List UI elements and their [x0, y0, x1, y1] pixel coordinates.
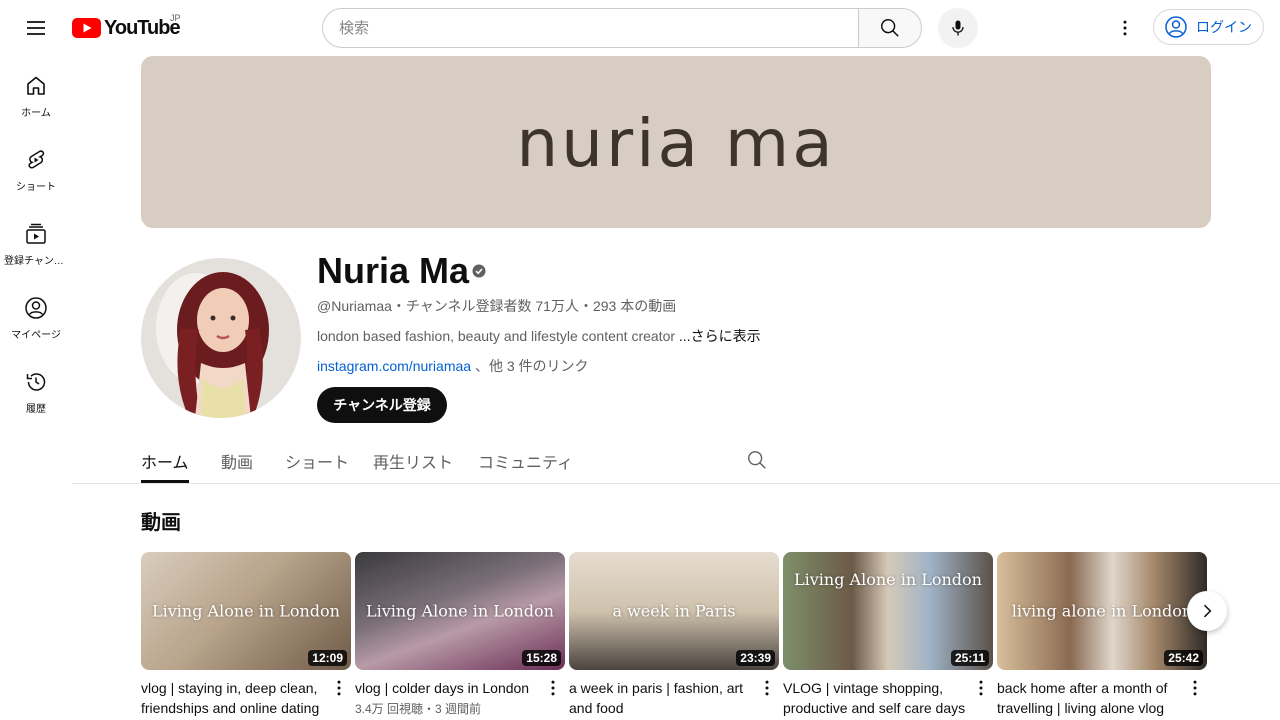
search-input[interactable]: [339, 19, 858, 37]
video-title[interactable]: vlog | colder days in London: [355, 678, 541, 698]
tab-videos[interactable]: 動画: [221, 440, 253, 483]
more-links[interactable]: 、他 3 件のリンク: [471, 358, 589, 374]
youtube-play-icon: [72, 18, 101, 38]
thumbnail-overlay-text: Living Alone in London: [366, 601, 554, 621]
video-duration: 12:09: [308, 650, 347, 666]
search-icon: [881, 19, 899, 37]
search-box[interactable]: [322, 8, 859, 48]
video-title[interactable]: back home after a month of travelling | …: [997, 678, 1183, 718]
video-thumbnail[interactable]: living alone in London 25:42: [997, 552, 1207, 670]
sidebar-item-label: 履歴: [26, 404, 46, 415]
login-label: ログイン: [1196, 19, 1252, 35]
microphone-icon: [952, 20, 964, 36]
video-thumbnail[interactable]: Living Alone in London 12:09: [141, 552, 351, 670]
tab-playlists[interactable]: 再生リスト: [373, 440, 453, 483]
section-title: 動画: [141, 512, 181, 534]
channel-banner: nuria ma: [141, 56, 1211, 228]
show-more-link[interactable]: ...さらに表示: [679, 328, 761, 344]
thumbnail-overlay-text: Living Alone in London: [794, 570, 982, 589]
more-vert-icon: [551, 680, 555, 696]
more-vert-icon: [979, 680, 983, 696]
video-menu-button[interactable]: [969, 676, 993, 700]
more-vert-icon: [1123, 20, 1127, 36]
settings-more-button[interactable]: [1105, 8, 1145, 48]
video-title[interactable]: vlog | staying in, deep clean, friendshi…: [141, 678, 327, 718]
sidebar-item-history[interactable]: 履歴: [4, 352, 68, 426]
shorts-icon: [28, 150, 45, 169]
voice-search-button[interactable]: [938, 8, 978, 48]
video-menu-button[interactable]: [755, 676, 779, 700]
tab-community[interactable]: コミュニティ: [478, 440, 573, 483]
subscribe-button[interactable]: チャンネル登録: [317, 387, 447, 423]
sidebar-item-label: 登録チャンネル: [4, 256, 68, 267]
tab-shorts[interactable]: ショート: [285, 440, 349, 483]
video-duration: 25:11: [950, 650, 989, 666]
video-menu-button[interactable]: [327, 676, 351, 700]
history-icon: [26, 373, 46, 391]
video-card[interactable]: Living Alone in London 25:11 VLOG | vint…: [783, 552, 993, 718]
video-card[interactable]: living alone in London 25:42 back home a…: [997, 552, 1207, 718]
video-meta: 3.4万 回視聴・3 週間前: [355, 702, 482, 716]
verified-badge-icon: [472, 264, 486, 278]
video-duration: 23:39: [736, 650, 775, 666]
video-duration: 15:28: [522, 650, 561, 666]
home-icon: [27, 76, 45, 95]
sidebar-item-shorts[interactable]: ショート: [4, 130, 68, 204]
video-title[interactable]: a week in paris | fashion, art and food: [569, 678, 755, 718]
more-vert-icon: [1193, 680, 1197, 696]
channel-links: instagram.com/nuriamaa 、他 3 件のリンク: [317, 356, 589, 376]
thumbnail-overlay-text: Living Alone in London: [152, 601, 340, 621]
sidebar-item-home[interactable]: ホーム: [4, 56, 68, 130]
tab-home[interactable]: ホーム: [141, 440, 189, 483]
sidebar-item-label: ショート: [16, 182, 56, 193]
tabs-divider: [72, 483, 1280, 484]
search-button[interactable]: [858, 8, 922, 48]
thumbnail-overlay-text: living alone in London: [1011, 601, 1193, 621]
region-code: JP: [170, 13, 181, 23]
more-vert-icon: [765, 680, 769, 696]
description-text: london based fashion, beauty and lifesty…: [317, 328, 679, 344]
more-vert-icon: [337, 680, 341, 696]
instagram-link[interactable]: instagram.com/nuriamaa: [317, 358, 471, 374]
login-button[interactable]: ログイン: [1153, 9, 1264, 45]
video-card[interactable]: Living Alone in London 15:28 vlog | cold…: [355, 552, 565, 717]
video-thumbnail[interactable]: Living Alone in London 15:28: [355, 552, 565, 670]
sidebar-item-subscriptions[interactable]: 登録チャンネル: [4, 204, 68, 278]
sidebar-item-you[interactable]: マイページ: [4, 278, 68, 352]
channel-name: Nuria Ma: [317, 250, 470, 291]
video-menu-button[interactable]: [541, 676, 565, 700]
you-icon: [25, 297, 47, 319]
video-duration: 25:42: [1164, 650, 1203, 666]
video-card[interactable]: a week in Paris 23:39 a week in paris | …: [569, 552, 779, 718]
top-bar: YouTube JP ログイン: [0, 0, 1280, 56]
video-thumbnail[interactable]: a week in Paris 23:39: [569, 552, 779, 670]
video-title[interactable]: VLOG | vintage shopping, productive and …: [783, 678, 969, 718]
youtube-logo[interactable]: YouTube: [72, 15, 181, 41]
sidebar-item-label: マイページ: [11, 330, 61, 341]
video-menu-button[interactable]: [1183, 676, 1207, 700]
video-thumbnail[interactable]: Living Alone in London 25:11: [783, 552, 993, 670]
video-card[interactable]: Living Alone in London 12:09 vlog | stay…: [141, 552, 351, 718]
banner-text: nuria ma: [516, 104, 836, 182]
channel-description[interactable]: london based fashion, beauty and lifesty…: [317, 326, 761, 346]
thumbnail-overlay-text: a week in Paris: [612, 601, 736, 621]
channel-search-icon[interactable]: [746, 449, 768, 471]
menu-icon[interactable]: [16, 8, 56, 48]
chevron-right-icon: [1203, 604, 1212, 618]
sidebar-item-label: ホーム: [21, 108, 51, 119]
logo-text: YouTube: [104, 16, 181, 39]
subscriptions-icon: [26, 223, 46, 244]
channel-avatar: [141, 258, 301, 418]
carousel-next-button[interactable]: [1187, 591, 1227, 631]
account-icon: [1165, 16, 1187, 38]
channel-meta: @Nuriamaa・チャンネル登録者数 71万人・293 本の動画: [317, 298, 677, 314]
